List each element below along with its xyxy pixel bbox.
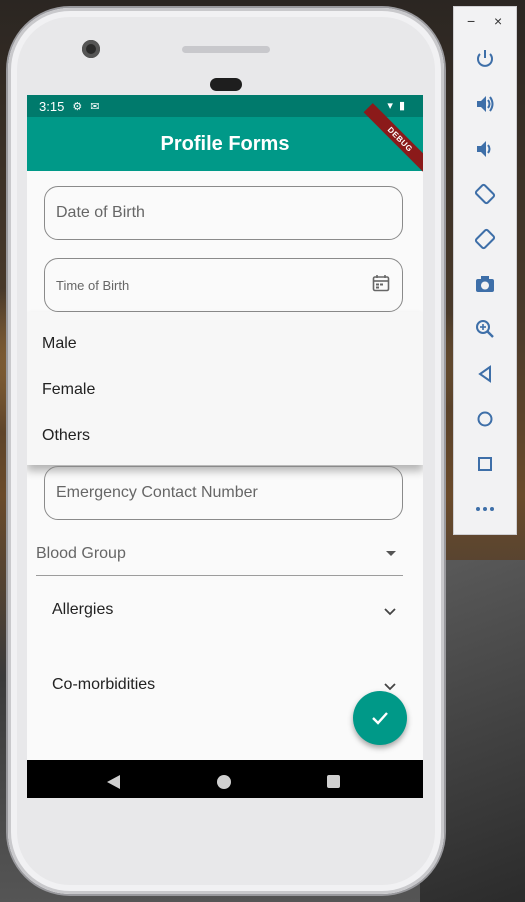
- phone-frame: 3:15 ⚙ ✉ ▾ ▮ Profile Forms DEBUG Date of…: [8, 8, 444, 894]
- check-icon: [372, 712, 388, 725]
- battery-icon: ▮: [398, 100, 405, 112]
- submit-fab-button[interactable]: [353, 691, 407, 745]
- home-icon[interactable]: [217, 775, 231, 789]
- comorbidities-expander[interactable]: Co-morbidities: [52, 676, 397, 706]
- emulator-toolbar: − ×: [453, 6, 517, 535]
- back-icon[interactable]: [473, 362, 497, 386]
- wifi-icon: ▾: [387, 100, 393, 112]
- zoom-icon[interactable]: [473, 317, 497, 341]
- home-icon[interactable]: [473, 407, 497, 431]
- minimize-button[interactable]: −: [467, 13, 475, 29]
- device-screen: 3:15 ⚙ ✉ ▾ ▮ Profile Forms DEBUG Date of…: [27, 95, 423, 798]
- close-button[interactable]: ×: [494, 13, 502, 29]
- date-of-birth-placeholder: Date of Birth: [56, 204, 145, 221]
- time-of-birth-field[interactable]: Time of Birth: [44, 258, 403, 312]
- earpiece-speaker: [182, 46, 270, 53]
- emergency-contact-placeholder: Emergency Contact Number: [56, 484, 258, 501]
- rotate-right-icon[interactable]: [473, 227, 497, 251]
- proximity-sensor: [210, 78, 242, 91]
- back-icon[interactable]: [107, 775, 120, 789]
- date-of-birth-field[interactable]: Date of Birth: [44, 186, 403, 240]
- blood-group-label: Blood Group: [36, 545, 126, 562]
- rotate-left-icon[interactable]: [473, 182, 497, 206]
- app-bar: Profile Forms DEBUG: [27, 103, 423, 176]
- camera-icon[interactable]: [473, 272, 497, 296]
- chevron-down-icon: [384, 608, 396, 616]
- dropdown-arrow-icon: [386, 551, 396, 556]
- volume-up-icon[interactable]: [473, 92, 497, 116]
- menu-item-male[interactable]: Male: [42, 335, 77, 353]
- blood-group-dropdown[interactable]: Blood Group: [36, 542, 403, 576]
- allergies-label: Allergies: [52, 601, 114, 618]
- page-title: Profile Forms: [160, 132, 290, 155]
- volume-down-icon[interactable]: [473, 137, 497, 161]
- comorbidities-label: Co-morbidities: [52, 676, 156, 693]
- time-of-birth-placeholder: Time of Birth: [56, 277, 130, 293]
- menu-item-others[interactable]: Others: [42, 427, 90, 445]
- allergies-expander[interactable]: Allergies: [52, 601, 397, 631]
- settings-icon: ⚙: [72, 100, 83, 113]
- status-bar: 3:15 ⚙ ✉ ▾ ▮: [27, 95, 423, 117]
- front-camera: [82, 40, 100, 58]
- recents-icon[interactable]: [327, 775, 340, 788]
- system-navigation-bar: [27, 760, 423, 798]
- more-icon[interactable]: [473, 497, 497, 521]
- emergency-contact-field[interactable]: Emergency Contact Number: [44, 466, 403, 520]
- calendar-icon[interactable]: [372, 274, 390, 292]
- mail-icon: ✉: [90, 100, 100, 113]
- status-time: 3:15: [39, 98, 65, 114]
- power-icon[interactable]: [473, 47, 497, 71]
- gender-dropdown-menu: Male Female Others: [27, 312, 423, 465]
- overview-icon[interactable]: [473, 452, 497, 476]
- menu-item-female[interactable]: Female: [42, 381, 95, 399]
